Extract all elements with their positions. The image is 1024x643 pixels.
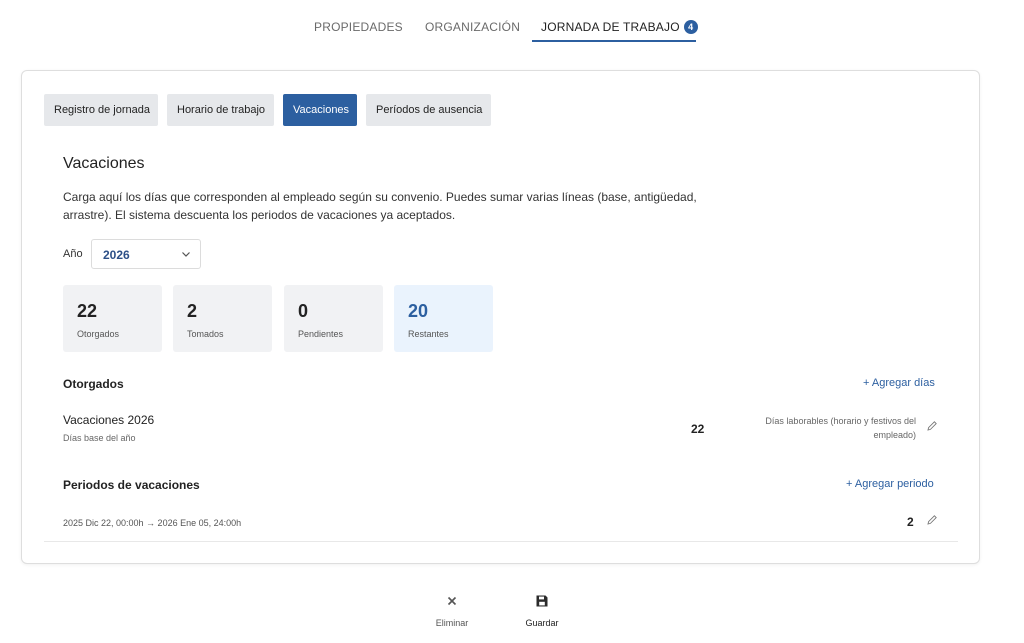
subtab-horario[interactable]: Horario de trabajo bbox=[167, 94, 274, 126]
granted-item-subtitle: Días base del año bbox=[63, 433, 136, 443]
subtab-registro[interactable]: Registro de jornada bbox=[44, 94, 158, 126]
granted-item-note: Días laborables (horario y festivos del … bbox=[765, 416, 916, 440]
stat-remaining: 20 Restantes bbox=[394, 285, 493, 352]
active-tab-indicator bbox=[532, 40, 696, 42]
stat-taken: 2 Tomados bbox=[173, 285, 272, 352]
tab-workday-label: JORNADA DE TRABAJO bbox=[541, 20, 680, 34]
stat-granted: 22 Otorgados bbox=[63, 285, 162, 352]
tab-properties[interactable]: PROPIEDADES bbox=[314, 20, 403, 34]
row-divider bbox=[44, 541, 958, 542]
edit-pencil-icon[interactable] bbox=[926, 514, 938, 526]
top-tabs: PROPIEDADES ORGANIZACIÓN JORNADA DE TRAB… bbox=[0, 0, 1024, 44]
stat-label: Pendientes bbox=[298, 329, 344, 339]
add-period-link[interactable]: + Agregar periodo bbox=[846, 478, 934, 490]
granted-item-days: 22 bbox=[691, 422, 705, 436]
close-icon bbox=[447, 596, 457, 606]
section-title: Vacaciones bbox=[63, 155, 145, 172]
granted-item-title: Vacaciones 2026 bbox=[63, 413, 155, 427]
period-days: 2 bbox=[907, 515, 914, 529]
section-description: Carga aquí los días que corresponden al … bbox=[63, 190, 697, 222]
granted-heading: Otorgados bbox=[63, 377, 124, 391]
edit-pencil-icon[interactable] bbox=[926, 420, 938, 432]
tab-organization[interactable]: ORGANIZACIÓN bbox=[425, 20, 520, 34]
vacations-card: Registro de jornada Horario de trabajo V… bbox=[21, 70, 980, 564]
save-label: Guardar bbox=[525, 618, 559, 628]
subtab-vacaciones[interactable]: Vacaciones bbox=[283, 94, 357, 126]
stat-value: 20 bbox=[408, 301, 429, 321]
tab-workday-badge: 4 bbox=[683, 20, 698, 34]
chevron-down-icon bbox=[182, 252, 190, 257]
stat-value: 2 bbox=[187, 301, 198, 321]
save-button[interactable]: Guardar bbox=[512, 594, 572, 628]
delete-button[interactable]: Eliminar bbox=[422, 594, 482, 628]
year-select[interactable]: 2026 bbox=[91, 239, 201, 269]
stat-label: Tomados bbox=[187, 329, 224, 339]
stat-value: 22 bbox=[77, 301, 98, 321]
year-label: Año bbox=[63, 248, 83, 260]
period-range: 2025 Dic 22, 00:00h → 2026 Ene 05, 24:00… bbox=[63, 518, 242, 528]
stat-value: 0 bbox=[298, 301, 309, 321]
delete-label: Eliminar bbox=[435, 618, 469, 628]
stat-label: Otorgados bbox=[77, 329, 120, 339]
add-days-link[interactable]: + Agregar días bbox=[863, 377, 935, 389]
stat-label: Restantes bbox=[408, 329, 449, 339]
save-icon bbox=[536, 595, 548, 607]
tab-workday[interactable]: JORNADA DE TRABAJO 4 bbox=[541, 20, 698, 34]
stat-pending: 0 Pendientes bbox=[284, 285, 383, 352]
subtab-periodos-ausencia[interactable]: Períodos de ausencia bbox=[366, 94, 491, 126]
periods-heading: Periodos de vacaciones bbox=[63, 478, 200, 492]
year-select-value: 2026 bbox=[103, 248, 130, 262]
